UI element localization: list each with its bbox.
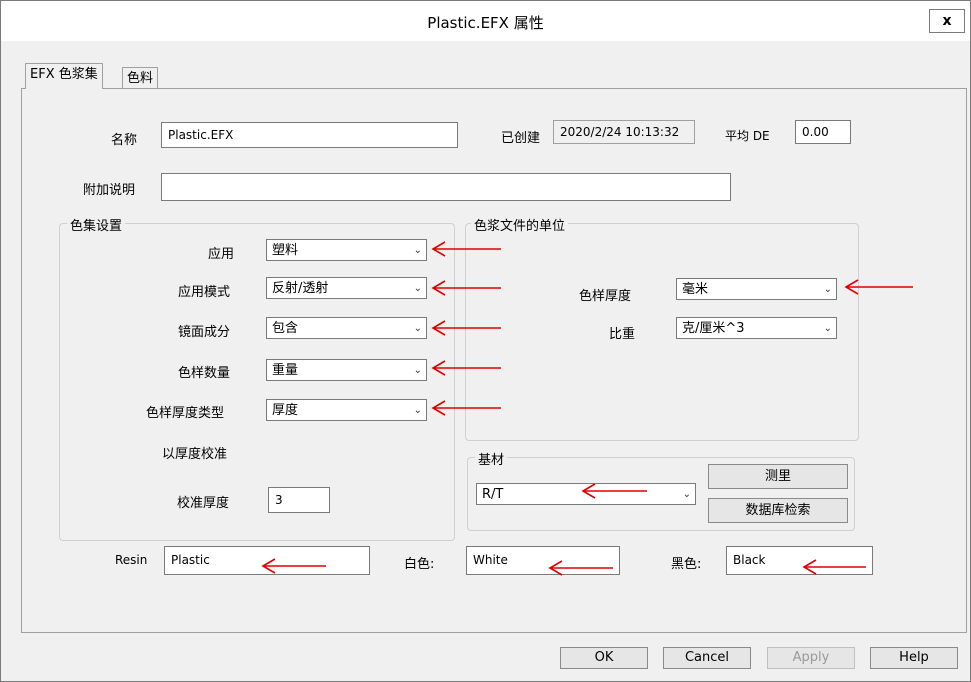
tab-efx-colorant-set[interactable]: EFX 色浆集 <box>25 63 103 89</box>
arrow-icon <box>431 360 501 376</box>
arrow-icon <box>431 280 501 296</box>
arrow-icon <box>261 558 326 574</box>
arrow-icon <box>802 559 866 575</box>
properties-dialog: Plastic.EFX 属性 x EFX 色浆集 色料 名称 Plastic.E… <box>0 0 971 682</box>
arrow-icon <box>581 483 647 499</box>
arrow-icon <box>431 400 501 416</box>
annotation-arrows <box>261 241 913 576</box>
arrow-icon <box>548 560 613 576</box>
arrow-icon <box>844 279 913 295</box>
arrow-icon <box>431 241 501 257</box>
arrow-icon <box>431 320 501 336</box>
